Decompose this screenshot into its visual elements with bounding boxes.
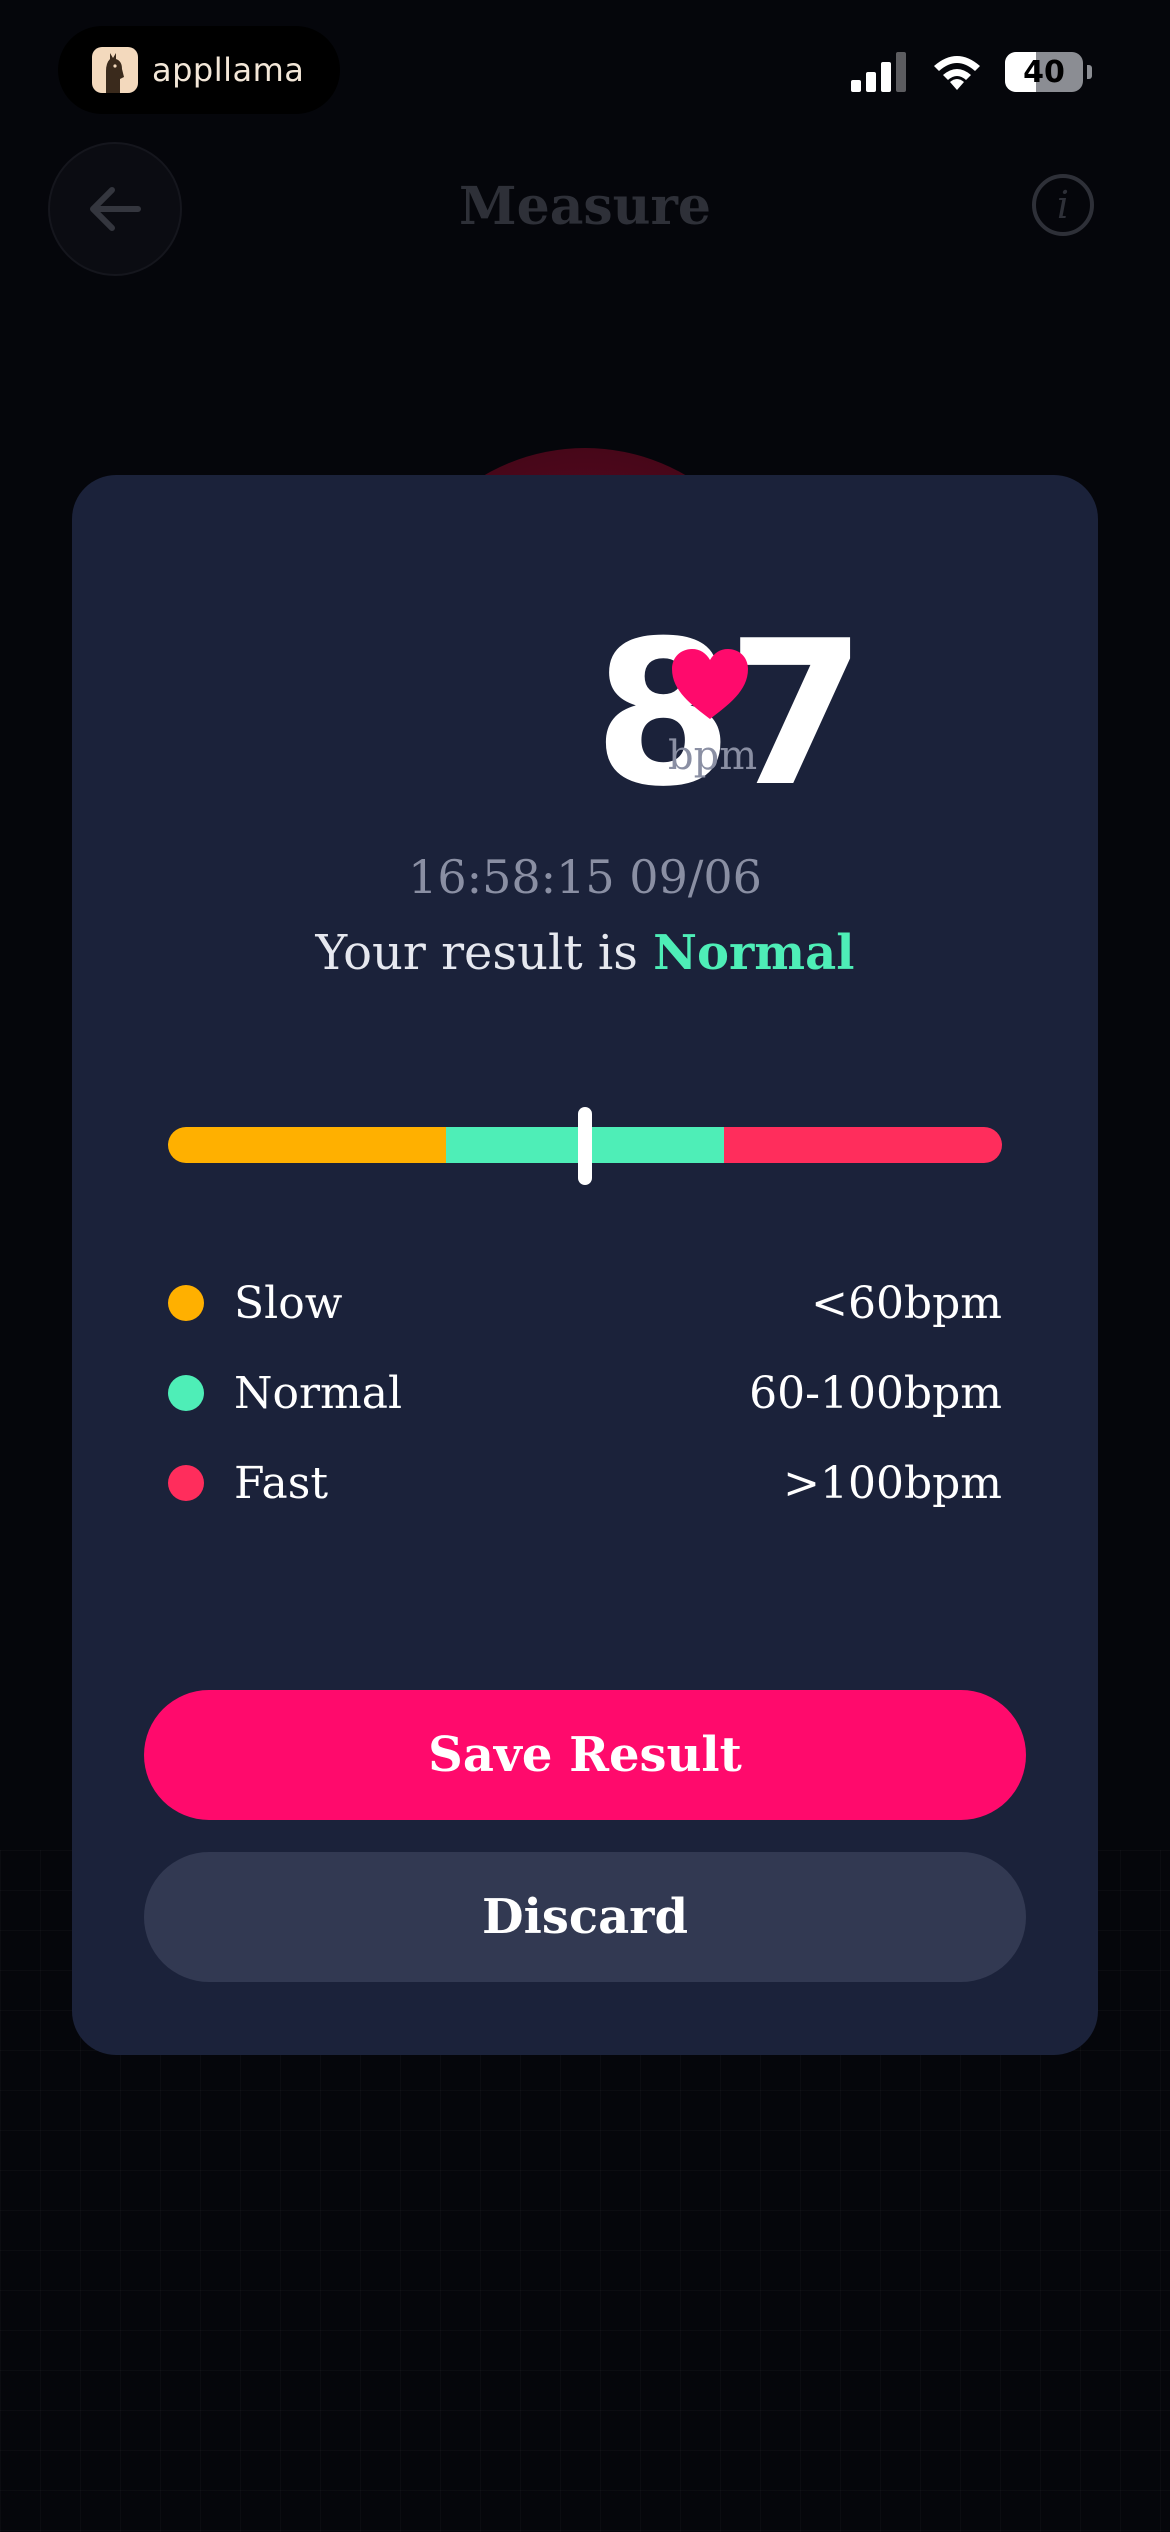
result-card: 87 bpm 16:58:15 09/06 Your result is Nor… bbox=[72, 475, 1098, 2055]
brand-name: appllama bbox=[152, 51, 305, 89]
discard-button[interactable]: Discard bbox=[144, 1852, 1026, 1982]
result-prefix: Your result is bbox=[315, 925, 638, 981]
cellular-signal-icon bbox=[851, 52, 906, 92]
bpm-unit: bpm bbox=[668, 733, 758, 779]
range-marker bbox=[578, 1107, 592, 1185]
info-icon: i bbox=[1056, 183, 1070, 227]
status-icons: 40 bbox=[851, 52, 1092, 92]
legend-range: <60bpm bbox=[811, 1277, 1002, 1329]
result-category: Normal bbox=[653, 925, 855, 981]
page-title: Measure bbox=[459, 176, 711, 237]
legend-item-fast: Fast >100bpm bbox=[168, 1453, 1002, 1513]
measurement-timestamp: 16:58:15 09/06 bbox=[408, 850, 762, 904]
legend-range: 60-100bpm bbox=[749, 1367, 1002, 1419]
result-summary: Your result is Normal bbox=[72, 925, 1098, 981]
info-button[interactable]: i bbox=[1032, 174, 1094, 236]
battery-icon: 40 bbox=[1005, 52, 1083, 92]
heart-icon bbox=[672, 649, 748, 719]
legend-item-normal: Normal 60-100bpm bbox=[168, 1363, 1002, 1423]
range-segment-slow bbox=[168, 1127, 446, 1163]
save-result-button[interactable]: Save Result bbox=[144, 1690, 1026, 1820]
legend-label: Slow bbox=[234, 1277, 343, 1329]
llama-logo-icon bbox=[92, 47, 138, 93]
brand-pill: appllama bbox=[58, 26, 340, 114]
legend-item-slow: Slow <60bpm bbox=[168, 1273, 1002, 1333]
wifi-icon bbox=[934, 56, 980, 90]
battery-tip bbox=[1087, 65, 1092, 79]
legend-dot bbox=[168, 1375, 204, 1411]
legend-range: >100bpm bbox=[783, 1457, 1002, 1509]
legend-dot bbox=[168, 1465, 204, 1501]
legend-label: Normal bbox=[234, 1367, 403, 1419]
legend-label: Fast bbox=[234, 1457, 329, 1509]
range-segment-fast bbox=[724, 1127, 1002, 1163]
battery-level: 40 bbox=[1023, 54, 1065, 90]
legend-dot bbox=[168, 1285, 204, 1321]
